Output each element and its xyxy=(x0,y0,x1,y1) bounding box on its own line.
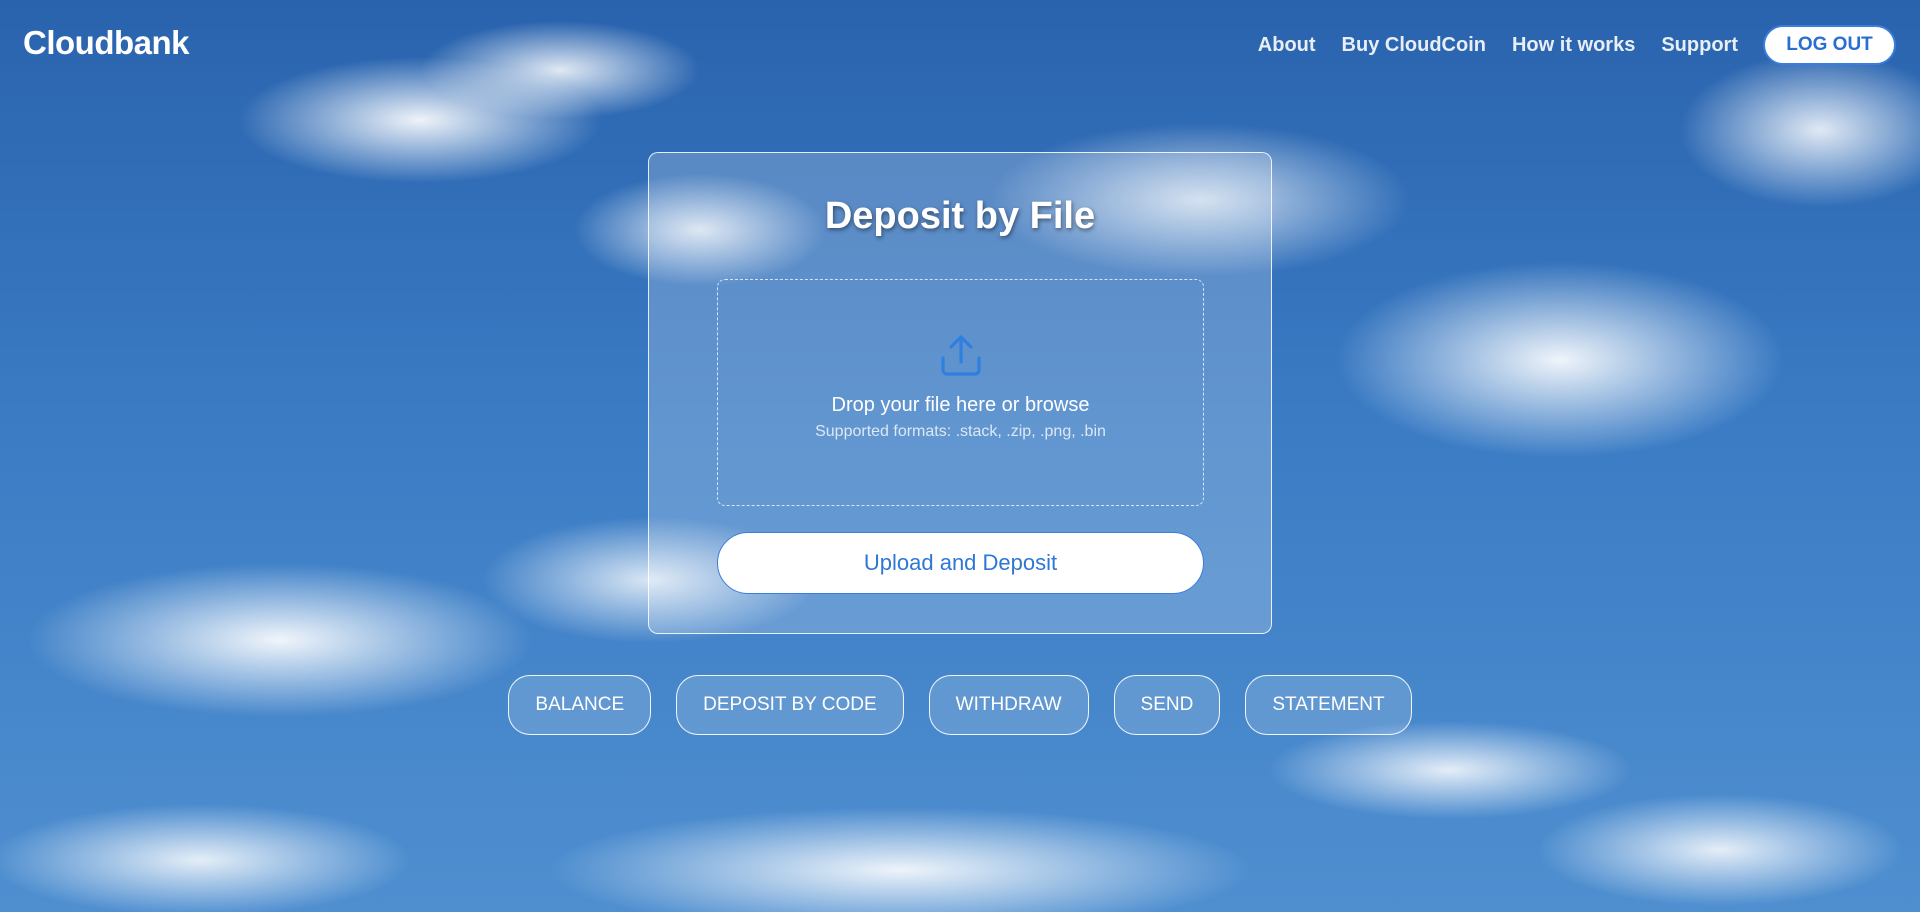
balance-button[interactable]: BALANCE xyxy=(508,675,652,735)
logout-button[interactable]: LOG OUT xyxy=(1763,25,1896,65)
deposit-card: Deposit by File Drop your file here or b… xyxy=(648,152,1272,634)
statement-button[interactable]: STATEMENT xyxy=(1245,675,1412,735)
withdraw-button[interactable]: WITHDRAW xyxy=(928,675,1089,735)
nav-links: About Buy CloudCoin How it works Support… xyxy=(1232,25,1896,65)
file-dropzone[interactable]: Drop your file here or browse Supported … xyxy=(717,279,1204,506)
upload-and-deposit-button[interactable]: Upload and Deposit xyxy=(717,532,1204,594)
nav-link-how-it-works[interactable]: How it works xyxy=(1512,34,1635,57)
dropzone-prompt: Drop your file here or browse xyxy=(831,394,1090,416)
logo[interactable]: Cloudbank xyxy=(23,24,190,62)
nav-link-about[interactable]: About xyxy=(1258,34,1316,57)
card-title: Deposit by File xyxy=(824,195,1096,237)
supported-formats: Supported formats: .stack, .zip, .png, .… xyxy=(815,423,1106,440)
action-buttons: BALANCE DEPOSIT BY CODE WITHDRAW SEND ST… xyxy=(0,675,1920,735)
send-button[interactable]: SEND xyxy=(1113,675,1221,735)
nav-link-support[interactable]: Support xyxy=(1661,34,1738,57)
deposit-by-code-button[interactable]: DEPOSIT BY CODE xyxy=(676,675,904,735)
nav-link-buy-cloudcoin[interactable]: Buy CloudCoin xyxy=(1342,34,1486,57)
navbar: Cloudbank About Buy CloudCoin How it wor… xyxy=(0,0,1920,88)
upload-icon xyxy=(941,335,981,376)
